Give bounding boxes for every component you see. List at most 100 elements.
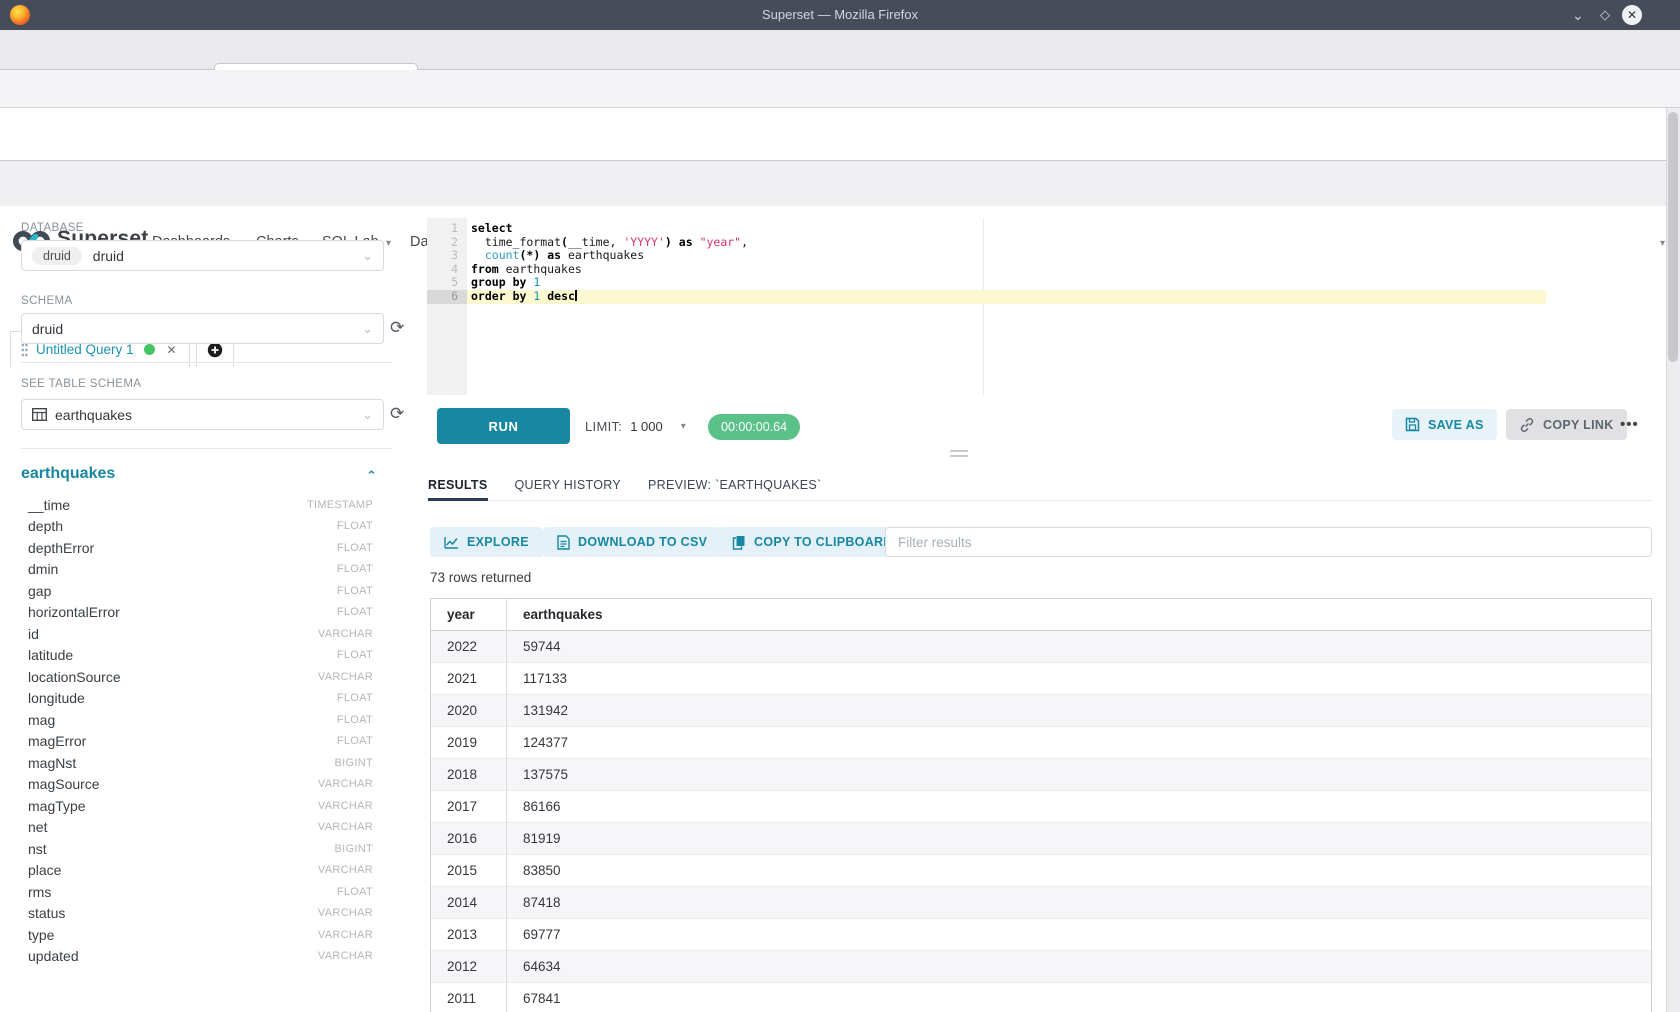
collapse-chevron-up-icon[interactable]: ⌃ xyxy=(366,468,377,484)
cell-year: 2022 xyxy=(431,631,507,663)
column-name: dmin xyxy=(28,561,58,577)
sql-editor[interactable]: 123456 select time_format(__time, 'YYYY'… xyxy=(427,218,1652,395)
cell-earthquakes: 117133 xyxy=(507,663,1651,695)
pane-resize-grip[interactable] xyxy=(950,450,968,457)
column-name: nst xyxy=(28,841,47,857)
gutter-line-number: 5 xyxy=(427,276,467,290)
query-tab-close-icon[interactable]: ✕ xyxy=(167,343,177,357)
more-options-icon[interactable]: ••• xyxy=(1620,409,1639,440)
cell-earthquakes: 86166 xyxy=(507,791,1651,823)
cell-earthquakes: 83850 xyxy=(507,855,1651,887)
run-query-button[interactable]: RUN xyxy=(437,408,570,444)
code-line: from earthquakes xyxy=(467,263,1652,277)
schema-column-row: magTypeVARCHAR xyxy=(28,795,373,817)
save-floppy-icon xyxy=(1405,417,1420,432)
rows-returned-text: 73 rows returned xyxy=(430,570,531,585)
schema-column-row: place VARCHAR xyxy=(28,860,373,882)
column-name: locationSource xyxy=(28,669,121,685)
copy-link-button[interactable]: COPY LINK xyxy=(1506,409,1627,440)
column-type: VARCHAR xyxy=(318,671,373,683)
result-row: 2021117133 xyxy=(431,663,1651,695)
chart-line-icon xyxy=(444,536,459,549)
chevron-down-icon xyxy=(681,421,686,432)
cell-earthquakes: 87418 xyxy=(507,887,1651,919)
column-name: rms xyxy=(28,884,51,900)
schema-column-row: depthFLOAT xyxy=(28,516,373,538)
tab-preview-earthquakes[interactable]: PREVIEW: `EARTHQUAKES` xyxy=(648,470,822,500)
schema-column-row: locationSource VARCHAR xyxy=(28,666,373,688)
cell-earthquakes: 137575 xyxy=(507,759,1651,791)
table-select[interactable]: earthquakes ⌄ xyxy=(21,399,384,430)
column-name: magNst xyxy=(28,755,76,771)
code-line: group by 1 xyxy=(467,276,1652,290)
results-tabbar: RESULTS QUERY HISTORY PREVIEW: `EARTHQUA… xyxy=(428,470,1652,501)
tab-results[interactable]: RESULTS xyxy=(428,470,488,500)
save-as-button[interactable]: SAVE AS xyxy=(1392,409,1497,440)
table-schema-label: SEE TABLE SCHEMA xyxy=(21,378,141,390)
browser-window: Superset — Mozilla Firefox ⌄ ◇ ✕ Apache … xyxy=(0,0,1680,1012)
window-maximize-icon[interactable]: ◇ xyxy=(1600,5,1610,25)
column-type: FLOAT xyxy=(337,886,373,898)
column-name: place xyxy=(28,862,61,878)
result-row: 2020131942 xyxy=(431,695,1651,727)
schema-column-row: nst BIGINT xyxy=(28,838,373,860)
column-type: FLOAT xyxy=(337,735,373,747)
sql-editor-code[interactable]: select time_format(__time, 'YYYY') as "y… xyxy=(467,218,1652,395)
sidebar-divider xyxy=(21,362,392,363)
drag-handle-icon[interactable] xyxy=(21,343,28,357)
code-line: select xyxy=(467,222,1652,236)
filter-results-input[interactable] xyxy=(885,527,1652,557)
tab-query-history[interactable]: QUERY HISTORY xyxy=(515,470,621,500)
schema-column-row: magFLOAT xyxy=(28,709,373,731)
result-row: 201681919 xyxy=(431,823,1651,855)
column-name: updated xyxy=(28,948,79,964)
column-type: VARCHAR xyxy=(318,821,373,833)
download-csv-button[interactable]: DOWNLOAD TO CSV xyxy=(543,527,721,557)
query-timer-badge: 00:00:00.64 xyxy=(708,414,800,440)
column-name: depthError xyxy=(28,540,94,556)
database-select[interactable]: druid druid ⌄ xyxy=(21,240,384,271)
schema-column-row: longitudeFLOAT xyxy=(28,688,373,710)
page-scrollbar-thumb[interactable] xyxy=(1668,112,1678,362)
chevron-down-icon xyxy=(386,238,391,249)
chevron-down-icon xyxy=(1660,238,1665,249)
cell-year: 2019 xyxy=(431,727,507,759)
schema-column-row: typeVARCHAR xyxy=(28,924,373,946)
schema-column-row: latitudeFLOAT xyxy=(28,645,373,667)
gutter-line-number: 1 xyxy=(427,222,467,236)
schema-label: SCHEMA xyxy=(21,295,73,307)
gutter-line-number: 3 xyxy=(427,249,467,263)
limit-label: LIMIT: xyxy=(585,419,622,434)
refresh-table-icon[interactable]: ⟳ xyxy=(390,404,404,424)
explore-button[interactable]: EXPLORE xyxy=(430,527,543,557)
schema-column-row: netVARCHAR xyxy=(28,817,373,839)
column-type: BIGINT xyxy=(335,843,373,855)
result-row: 201264634 xyxy=(431,951,1651,983)
column-name: horizontalError xyxy=(28,604,120,620)
refresh-schema-icon[interactable]: ⟳ xyxy=(390,318,404,338)
column-header-year[interactable]: year xyxy=(431,599,507,631)
column-type: VARCHAR xyxy=(318,950,373,962)
link-icon xyxy=(1519,417,1535,433)
schema-columns: __timeTIMESTAMPdepthFLOATdepthErrorFLOAT… xyxy=(28,494,373,967)
clipboard-icon xyxy=(732,535,746,550)
schema-column-row: magSourceVARCHAR xyxy=(28,774,373,796)
window-minimize-icon[interactable]: ⌄ xyxy=(1572,5,1584,25)
limit-dropdown[interactable]: LIMIT: 1 000 xyxy=(585,412,686,440)
column-type: VARCHAR xyxy=(318,864,373,876)
column-type: FLOAT xyxy=(337,542,373,554)
column-type: TIMESTAMP xyxy=(307,499,373,511)
schema-column-row: dminFLOAT xyxy=(28,559,373,581)
schema-column-row: statusVARCHAR xyxy=(28,903,373,925)
cell-earthquakes: 69777 xyxy=(507,919,1651,951)
schema-select[interactable]: druid ⌄ xyxy=(21,313,384,344)
editor-gutter: 123456 xyxy=(427,218,467,395)
column-header-earthquakes[interactable]: earthquakes xyxy=(507,599,1651,631)
copy-to-clipboard-button[interactable]: COPY TO CLIPBOARD xyxy=(718,527,907,557)
window-close-icon[interactable]: ✕ xyxy=(1622,5,1642,25)
column-type: BIGINT xyxy=(335,757,373,769)
code-line: order by 1 desc xyxy=(467,290,1652,304)
cell-earthquakes: 59744 xyxy=(507,631,1651,663)
column-type: FLOAT xyxy=(337,520,373,532)
download-csv-label: DOWNLOAD TO CSV xyxy=(578,535,707,549)
